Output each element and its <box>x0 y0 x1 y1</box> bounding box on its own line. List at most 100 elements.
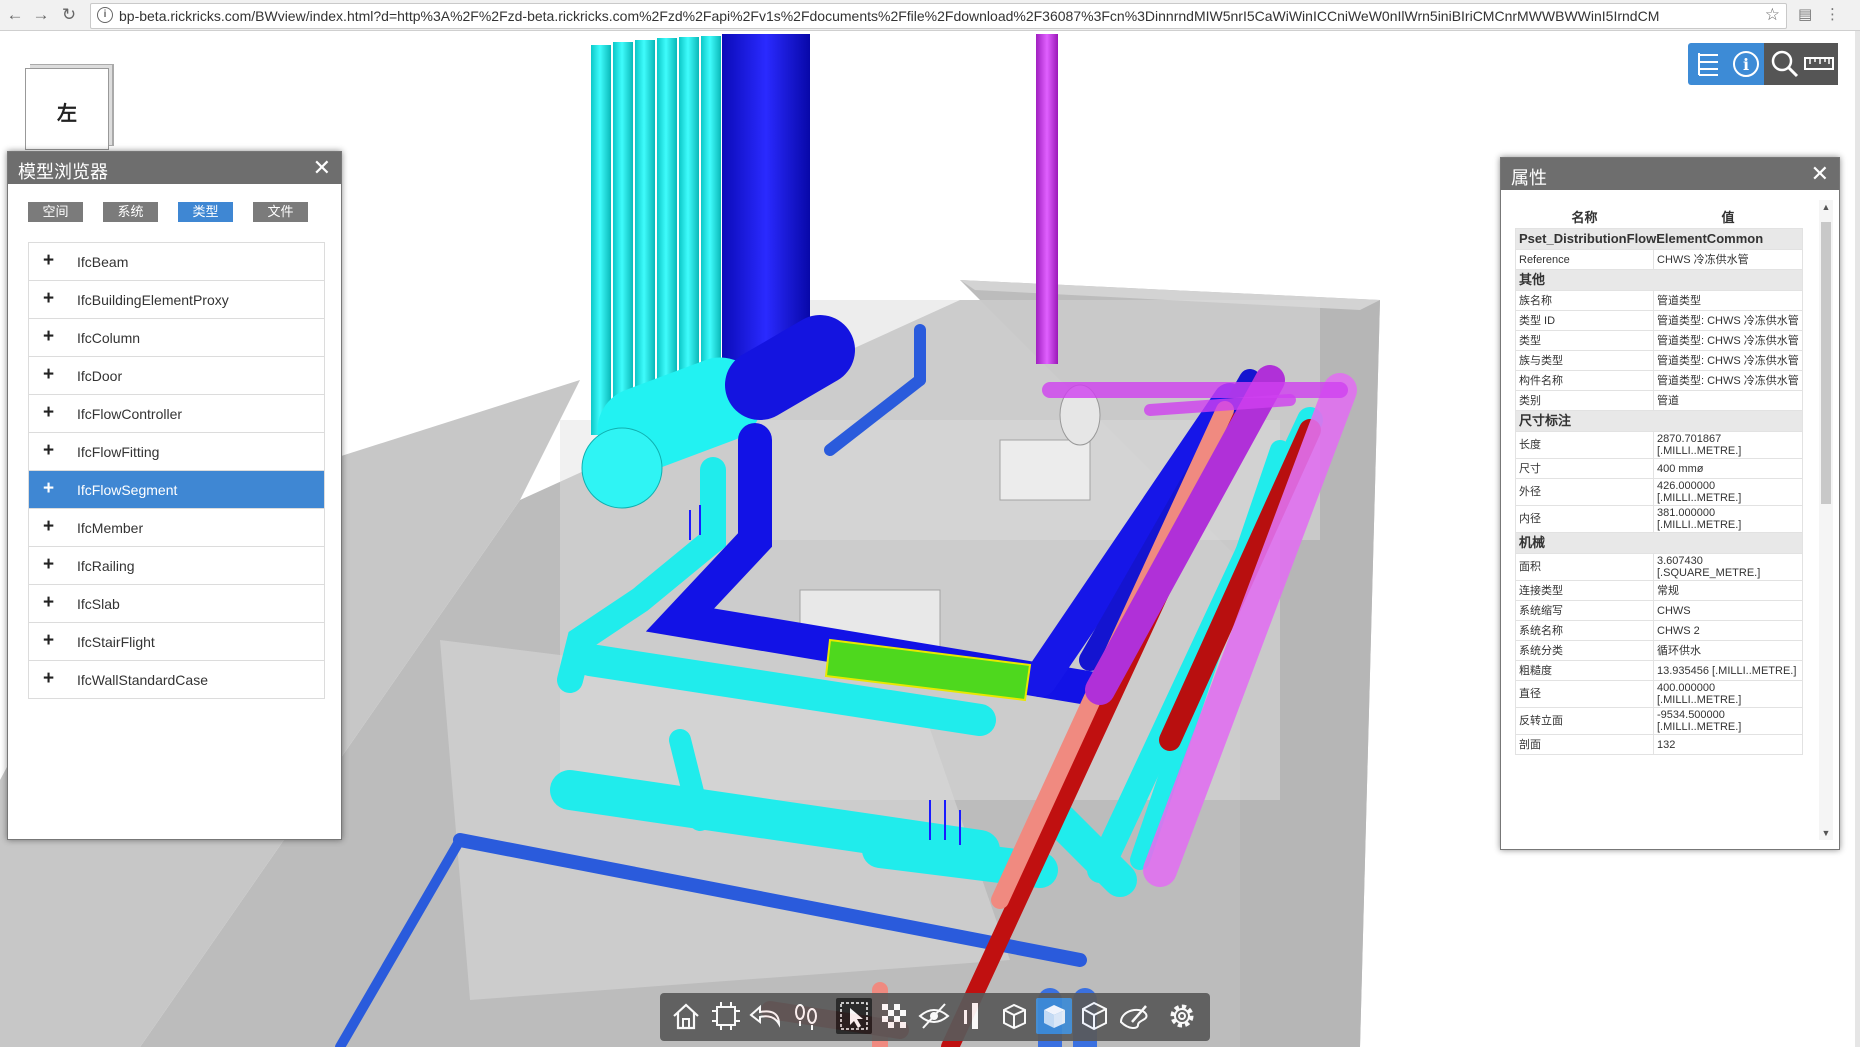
property-group-header: 其他 <box>1515 269 1803 291</box>
top-right-toolbar: i <box>1688 43 1838 85</box>
expand-icon[interactable]: + <box>43 517 54 537</box>
tab-type[interactable]: 类型 <box>178 202 233 222</box>
address-bar[interactable]: i bp-beta.rickricks.com/BWview/index.htm… <box>90 3 1787 29</box>
expand-icon[interactable]: + <box>43 593 54 613</box>
panel-header[interactable]: 模型浏览器 ✕ <box>8 152 341 184</box>
property-value: 426.000000 [.MILLI..METRE.] <box>1653 478 1803 506</box>
home-icon[interactable] <box>668 998 704 1034</box>
scroll-down-icon[interactable]: ▼ <box>1819 828 1833 838</box>
measure-icon[interactable] <box>1800 43 1838 85</box>
property-value: 管道类型: CHWS 冷冻供水管 <box>1653 350 1803 371</box>
isolate-icon[interactable] <box>956 998 992 1034</box>
menu-icon[interactable]: ⋮ <box>1825 5 1840 23</box>
property-key: 长度 <box>1515 431 1654 459</box>
view-cube-face-label: 左 <box>57 103 77 125</box>
property-value: 管道类型: CHWS 冷冻供水管 <box>1653 310 1803 331</box>
property-key: 剖面 <box>1515 734 1654 755</box>
close-icon[interactable]: ✕ <box>1811 161 1829 187</box>
property-group-header: 尺寸标注 <box>1515 410 1803 432</box>
property-value: 13.935456 [.MILLI..METRE.] <box>1653 660 1803 681</box>
extension-icon[interactable]: ▤ <box>1798 5 1812 23</box>
type-tree: + IfcBeam + IfcBuildingElementProxy + IfcCo… <box>28 242 325 699</box>
tree-item-ifcslab[interactable]: + IfcSlab <box>28 584 325 622</box>
property-key: 系统分类 <box>1515 640 1654 661</box>
property-value: 400.000000 [.MILLI..METRE.] <box>1653 680 1803 708</box>
property-key: 尺寸 <box>1515 458 1654 479</box>
model-tree-icon[interactable] <box>1688 43 1728 85</box>
bottom-toolbar <box>660 993 1210 1041</box>
view-box-icon[interactable] <box>1036 998 1072 1034</box>
tree-item-ifcdoor[interactable]: + IfcDoor <box>28 356 325 394</box>
close-icon[interactable]: ✕ <box>313 155 331 181</box>
expand-icon[interactable]: + <box>43 479 54 499</box>
tree-item-ifcflowfitting[interactable]: + IfcFlowFitting <box>28 432 325 470</box>
properties-scrollbar[interactable]: ▲ ▼ <box>1819 200 1833 840</box>
tree-item-label: IfcRailing <box>77 558 135 574</box>
equipment <box>999 439 1091 501</box>
explode-icon[interactable] <box>1076 998 1112 1034</box>
render-icon[interactable] <box>1116 998 1152 1034</box>
search-icon[interactable] <box>1764 43 1804 85</box>
blue-header[interactable] <box>725 315 855 420</box>
expand-icon[interactable]: + <box>43 403 54 423</box>
forward-icon[interactable]: → <box>30 4 52 26</box>
expand-icon[interactable]: + <box>43 441 54 461</box>
property-key: 连接类型 <box>1515 580 1654 601</box>
property-key: Reference <box>1515 249 1654 270</box>
property-value: 管道类型 <box>1653 290 1803 311</box>
settings-icon[interactable] <box>1164 998 1200 1034</box>
property-key: 内径 <box>1515 505 1654 533</box>
walk-icon[interactable] <box>788 998 824 1034</box>
column-header-value: 值 <box>1721 210 1735 225</box>
expand-icon[interactable]: + <box>43 669 54 689</box>
tree-item-label: IfcFlowSegment <box>77 482 178 498</box>
tree-item-ifcwallstandardcase[interactable]: + IfcWallStandardCase <box>28 660 325 699</box>
expand-icon[interactable]: + <box>43 327 54 347</box>
info-icon[interactable]: i <box>1726 43 1766 85</box>
bookmark-star-icon[interactable]: ☆ <box>1765 5 1780 25</box>
tree-item-ifcstairflight[interactable]: + IfcStairFlight <box>28 622 325 660</box>
property-value: -9534.500000 [.MILLI..METRE.] <box>1653 707 1803 735</box>
tree-item-ifcflowcontroller[interactable]: + IfcFlowController <box>28 394 325 432</box>
property-key: 粗糙度 <box>1515 660 1654 681</box>
site-info-icon[interactable]: i <box>97 7 113 23</box>
expand-icon[interactable]: + <box>43 555 54 575</box>
expand-icon[interactable]: + <box>43 289 54 309</box>
expand-icon[interactable]: + <box>43 631 54 651</box>
properties-panel: 属性 ✕ 名称 值 Pset_DistributionFlowElementCom… <box>1500 157 1840 850</box>
tree-item-ifcrailing[interactable]: + IfcRailing <box>28 546 325 584</box>
panel-title: 属性 <box>1511 168 1547 188</box>
tab-system[interactable]: 系统 <box>103 202 158 222</box>
property-value: CHWS 2 <box>1653 620 1803 641</box>
model-browser-panel: 模型浏览器 ✕ 空间 系统 类型 文件 + IfcBeam + IfcBuildin… <box>7 151 342 840</box>
tree-item-ifcmember[interactable]: + IfcMember <box>28 508 325 546</box>
tree-item-ifcflowsegment[interactable]: + IfcFlowSegment <box>28 470 325 508</box>
tab-space[interactable]: 空间 <box>28 202 83 222</box>
orbit-icon[interactable] <box>748 998 784 1034</box>
property-value: 400 mmø <box>1653 458 1803 479</box>
back-icon[interactable]: ← <box>4 4 26 26</box>
properties-table-container[interactable]: 名称 值 Pset_DistributionFlowElementCommon R… <box>1515 208 1803 840</box>
section-icon[interactable] <box>876 998 912 1034</box>
tree-item-ifccolumn[interactable]: + IfcColumn <box>28 318 325 356</box>
panel-title: 模型浏览器 <box>18 162 108 182</box>
box-icon[interactable] <box>996 998 1032 1034</box>
hide-icon[interactable] <box>916 998 952 1034</box>
tab-file[interactable]: 文件 <box>253 202 308 222</box>
scroll-up-icon[interactable]: ▲ <box>1819 202 1833 212</box>
expand-icon[interactable]: + <box>43 365 54 385</box>
expand-icon[interactable]: + <box>43 251 54 271</box>
scrollbar-thumb[interactable] <box>1821 222 1831 504</box>
select-icon[interactable] <box>836 998 872 1034</box>
view-cube[interactable]: 左 <box>25 68 109 150</box>
magenta-riser[interactable] <box>1036 34 1058 364</box>
fit-view-icon[interactable] <box>708 998 744 1034</box>
reload-icon[interactable]: ↻ <box>58 4 80 26</box>
window-scrollbar[interactable] <box>1855 31 1860 1047</box>
panel-header[interactable]: 属性 ✕ <box>1501 158 1839 190</box>
url-text[interactable]: bp-beta.rickricks.com/BWview/index.html?… <box>119 8 1749 24</box>
property-key: 外径 <box>1515 478 1654 506</box>
tree-item-ifcbeam[interactable]: + IfcBeam <box>28 242 325 280</box>
tree-item-ifcbuildingelementproxy[interactable]: + IfcBuildingElementProxy <box>28 280 325 318</box>
property-value: 常规 <box>1653 580 1803 601</box>
